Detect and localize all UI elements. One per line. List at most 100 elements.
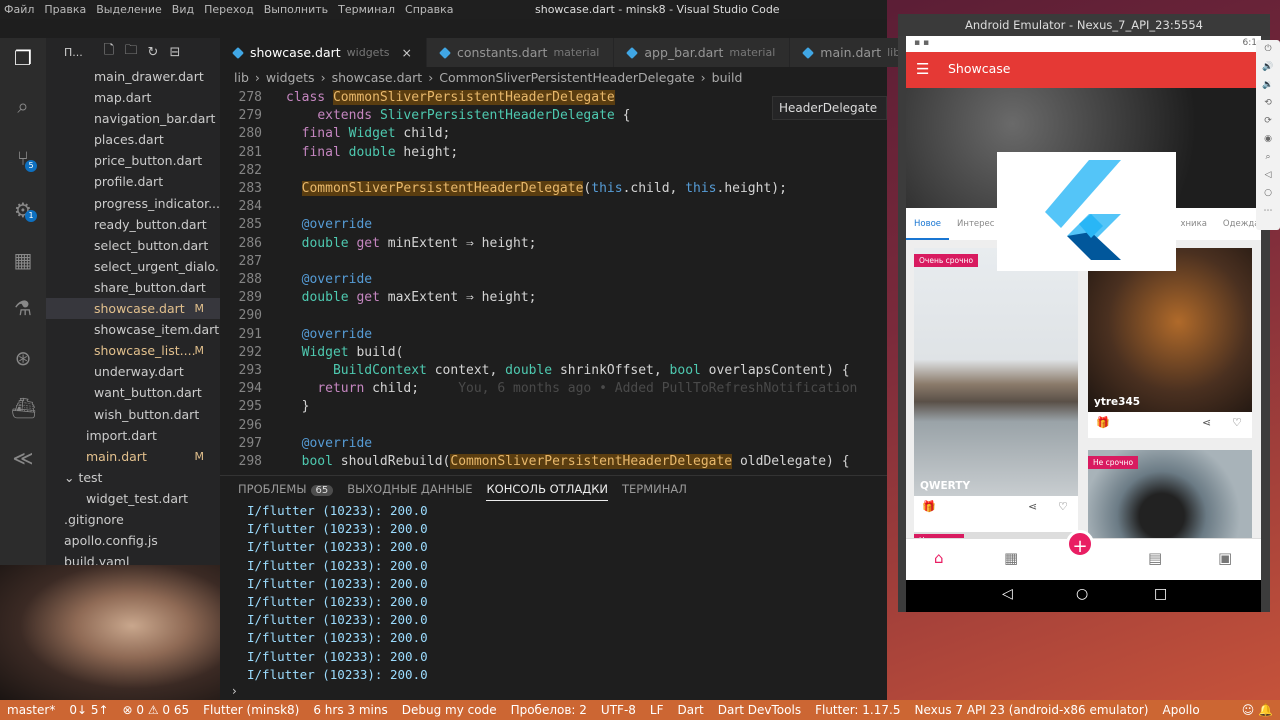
power-icon[interactable]: ⏻: [1256, 40, 1280, 58]
extensions-icon[interactable]: ▦: [11, 248, 35, 272]
code-line[interactable]: final double height;: [286, 145, 459, 160]
close-icon[interactable]: ×: [402, 45, 412, 60]
file-item[interactable]: navigation_bar.dart: [46, 108, 220, 129]
heart-icon[interactable]: ♡: [1232, 416, 1242, 429]
status-language[interactable]: Dart: [671, 703, 711, 717]
status-devtools[interactable]: Dart DevTools: [711, 703, 808, 717]
tab-problems[interactable]: ПРОБЛЕМЫ 65: [238, 482, 334, 501]
file-item[interactable]: ⌄ test: [46, 467, 220, 488]
tab-constants[interactable]: constants.dart material: [426, 38, 615, 67]
status-flutter-session[interactable]: Flutter (minsk8): [196, 703, 306, 717]
status-branch[interactable]: master*: [0, 703, 62, 717]
file-item[interactable]: select_button.dart: [46, 235, 220, 256]
new-folder-icon[interactable]: 🗀: [120, 41, 142, 63]
recents-icon[interactable]: □: [1154, 586, 1167, 602]
code-line[interactable]: @override: [286, 217, 372, 232]
breadcrumb-lib[interactable]: lib: [234, 70, 249, 88]
menu-run[interactable]: Выполнить: [264, 3, 328, 16]
code-line[interactable]: @override: [286, 272, 372, 287]
explorer-icon[interactable]: ❐: [11, 46, 35, 70]
git-graph-icon[interactable]: ⊛: [11, 346, 35, 370]
new-file-icon[interactable]: 🗋: [98, 41, 120, 63]
file-item[interactable]: .gitignore: [46, 509, 220, 530]
breadcrumb-method[interactable]: build: [712, 70, 743, 88]
heart-icon[interactable]: ♡: [1058, 500, 1068, 513]
add-button[interactable]: +: [1066, 530, 1094, 558]
file-item[interactable]: widget_test.dart: [46, 488, 220, 509]
peek-widget[interactable]: HeaderDelegate: [772, 96, 887, 120]
more-icon[interactable]: ⋯: [1256, 202, 1280, 220]
status-eol[interactable]: LF: [643, 703, 671, 717]
status-flutter-version[interactable]: Flutter: 1.17.5: [808, 703, 907, 717]
share-icon[interactable]: ⋖: [1202, 416, 1211, 429]
menu-view[interactable]: Вид: [172, 3, 194, 16]
tab-main[interactable]: main.dart lib: [790, 38, 916, 67]
gift-icon[interactable]: 🎁: [1096, 416, 1110, 429]
menu-help[interactable]: Справка: [405, 3, 453, 16]
rotate-left-icon[interactable]: ⟲: [1256, 94, 1280, 112]
file-item[interactable]: import.dart: [46, 425, 220, 446]
home-nav-icon[interactable]: ○: [1076, 586, 1088, 602]
file-item[interactable]: main.dart M: [46, 446, 220, 467]
profile-icon[interactable]: ▣: [1218, 549, 1232, 567]
gift-icon[interactable]: 🎁: [922, 500, 936, 513]
console-prompt[interactable]: ›: [232, 684, 237, 698]
zoom-icon[interactable]: ⌕: [1256, 148, 1280, 166]
tab-output[interactable]: ВЫХОДНЫЕ ДАННЫЕ: [347, 482, 472, 501]
menu-selection[interactable]: Выделение: [96, 3, 162, 16]
file-item[interactable]: places.dart: [46, 129, 220, 150]
menu-go[interactable]: Переход: [204, 3, 254, 16]
volume-up-icon[interactable]: 🔊: [1256, 58, 1280, 76]
code-line[interactable]: extends SliverPersistentHeaderDelegate {: [286, 108, 630, 123]
search-icon[interactable]: ⌕: [11, 94, 35, 118]
feedback-icon[interactable]: ☺ 🔔: [1235, 703, 1280, 717]
code-line[interactable]: double get minExtent ⇒ height;: [286, 236, 537, 251]
code-editor[interactable]: 278 class CommonSliverPersistentHeaderDel…: [220, 88, 887, 475]
file-item[interactable]: showcase.dart M: [46, 298, 220, 320]
breadcrumb-class[interactable]: CommonSliverPersistentHeaderDelegate: [439, 70, 694, 88]
back-tool-icon[interactable]: ◁: [1256, 166, 1280, 184]
category-interesting[interactable]: Интерес: [949, 208, 1002, 240]
volume-down-icon[interactable]: 🔉: [1256, 76, 1280, 94]
status-sync[interactable]: 0↓ 5↑: [62, 703, 115, 717]
code-line[interactable]: BuildContext context, double shrinkOffse…: [286, 363, 850, 378]
code-line[interactable]: CommonSliverPersistentHeaderDelegate(thi…: [286, 181, 787, 196]
menu-terminal[interactable]: Терминал: [338, 3, 395, 16]
code-line[interactable]: return child; You, 6 months ago • Added …: [286, 381, 857, 396]
back-icon[interactable]: ◁: [1002, 586, 1013, 602]
rotate-right-icon[interactable]: ⟳: [1256, 112, 1280, 130]
code-line[interactable]: @override: [286, 436, 372, 451]
file-item[interactable]: showcase_list.... M: [46, 340, 220, 361]
tab-debug-console[interactable]: КОНСОЛЬ ОТЛАДКИ: [486, 482, 608, 501]
category-tech[interactable]: хника: [1172, 208, 1214, 240]
code-line[interactable]: class CommonSliverPersistentHeaderDelega…: [286, 90, 615, 105]
tab-showcase[interactable]: showcase.dart widgets ×: [220, 38, 427, 67]
status-apollo[interactable]: Apollo: [1156, 703, 1207, 717]
code-line[interactable]: Widget build(: [286, 345, 404, 360]
code-line[interactable]: }: [286, 399, 310, 414]
flask-icon[interactable]: ⚗: [11, 296, 35, 320]
status-problems[interactable]: ⊗ 0 ⚠ 0 65: [116, 703, 197, 717]
breadcrumb-widgets[interactable]: widgets: [266, 70, 315, 88]
file-item[interactable]: main_drawer.dart: [46, 66, 220, 87]
status-indentation[interactable]: Пробелов: 2: [504, 703, 594, 717]
share-icon[interactable]: ⋖: [1028, 500, 1037, 513]
catalog-icon[interactable]: ▦: [1004, 549, 1018, 567]
file-item[interactable]: share_button.dart: [46, 277, 220, 298]
chat-icon[interactable]: ▤: [1148, 549, 1162, 567]
category-new[interactable]: Новое: [906, 208, 950, 240]
status-encoding[interactable]: UTF-8: [594, 703, 643, 717]
live-share-icon[interactable]: ≪: [11, 446, 35, 470]
code-line[interactable]: bool shouldRebuild(CommonSliverPersisten…: [286, 454, 850, 469]
file-item[interactable]: apollo.config.js: [46, 530, 220, 551]
menu-file[interactable]: Файл: [4, 3, 34, 16]
status-time-tracker[interactable]: 6 hrs 3 mins: [306, 703, 394, 717]
file-item[interactable]: wish_button.dart: [46, 404, 220, 425]
menu-edit[interactable]: Правка: [44, 3, 86, 16]
file-item[interactable]: profile.dart: [46, 171, 220, 192]
code-line[interactable]: double get maxExtent ⇒ height;: [286, 290, 537, 305]
file-item[interactable]: want_button.dart: [46, 382, 220, 403]
tab-app_bar[interactable]: app_bar.dart material: [614, 38, 791, 67]
file-item[interactable]: progress_indicator....: [46, 193, 220, 214]
file-item[interactable]: select_urgent_dialo...: [46, 256, 220, 277]
